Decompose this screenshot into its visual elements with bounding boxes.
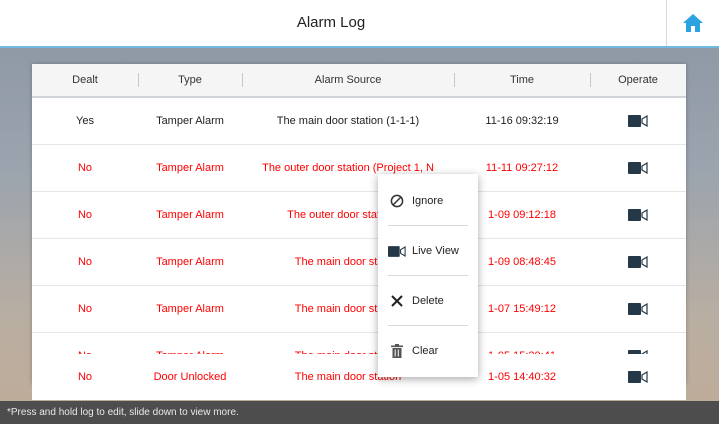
- home-icon: [683, 14, 703, 32]
- footer-hint: *Press and hold log to edit, slide down …: [0, 401, 719, 424]
- page-title: Alarm Log: [296, 14, 366, 31]
- video-camera-icon: [628, 303, 648, 315]
- column-header-type: Type: [178, 74, 202, 86]
- live-view-button[interactable]: [590, 192, 686, 238]
- delete-label: Delete: [412, 295, 444, 307]
- video-camera-icon: [386, 245, 408, 257]
- table-row[interactable]: Yes Tamper Alarm The main door station (…: [32, 98, 686, 145]
- live-view-menu-item[interactable]: Live View: [378, 226, 478, 276]
- video-camera-icon: [628, 209, 648, 221]
- trash-icon: [386, 344, 408, 358]
- column-header-alarm-source: Alarm Source: [314, 74, 382, 86]
- dealt-cell: No: [77, 162, 93, 174]
- type-cell: Tamper Alarm: [156, 115, 224, 127]
- video-camera-icon: [628, 256, 648, 268]
- type-cell: Tamper Alarm: [156, 162, 224, 174]
- video-camera-icon: [628, 115, 648, 127]
- type-cell: Tamper Alarm: [156, 256, 224, 268]
- title-bar: Alarm Log: [0, 0, 719, 48]
- table-row[interactable]: No Tamper Alarm The main door station 1-…: [32, 239, 686, 286]
- live-view-button[interactable]: [590, 239, 686, 285]
- ban-icon: [386, 194, 408, 208]
- type-cell: Tamper Alarm: [156, 209, 224, 221]
- dealt-cell: No: [77, 303, 93, 315]
- table-row[interactable]: No Door Unlocked The main door station 1…: [32, 354, 686, 400]
- clear-menu-item[interactable]: Clear: [378, 326, 478, 376]
- dealt-cell: No: [77, 371, 93, 383]
- dealt-cell: Yes: [76, 115, 94, 127]
- table-row[interactable]: No Tamper Alarm The outer door station (…: [32, 192, 686, 239]
- ignore-label: Ignore: [412, 195, 444, 207]
- ignore-menu-item[interactable]: Ignore: [378, 176, 478, 226]
- live-view-button[interactable]: [590, 98, 686, 144]
- close-icon: [386, 295, 408, 307]
- home-button[interactable]: [666, 0, 719, 46]
- column-header-dealt: Dealt: [72, 74, 98, 86]
- video-camera-icon: [628, 162, 648, 174]
- type-cell: Tamper Alarm: [156, 303, 224, 315]
- context-menu: Ignore Live View Delete Clear: [378, 174, 478, 377]
- alarm-log-table[interactable]: Dealt Type Alarm Source Time Operate Yes…: [32, 64, 686, 384]
- dealt-cell: No: [77, 256, 93, 268]
- column-header-time: Time: [509, 74, 535, 86]
- live-view-button[interactable]: [590, 286, 686, 332]
- video-camera-icon: [628, 371, 648, 383]
- table-row[interactable]: No Tamper Alarm The outer door station (…: [32, 145, 686, 192]
- live-view-button[interactable]: [590, 145, 686, 191]
- live-view-label: Live View: [412, 245, 459, 257]
- alarm-source-cell: The main door station (1-1-1): [276, 115, 420, 127]
- table-header: Dealt Type Alarm Source Time Operate: [32, 64, 686, 98]
- clear-label: Clear: [412, 345, 439, 357]
- time-cell: 11-16 09:32:19: [485, 115, 559, 127]
- live-view-button[interactable]: [590, 354, 686, 400]
- column-header-operate: Operate: [618, 74, 658, 86]
- dealt-cell: No: [77, 209, 93, 221]
- table-row[interactable]: No Tamper Alarm The main door station 1-…: [32, 286, 686, 333]
- type-cell: Door Unlocked: [153, 371, 227, 383]
- delete-menu-item[interactable]: Delete: [378, 276, 478, 326]
